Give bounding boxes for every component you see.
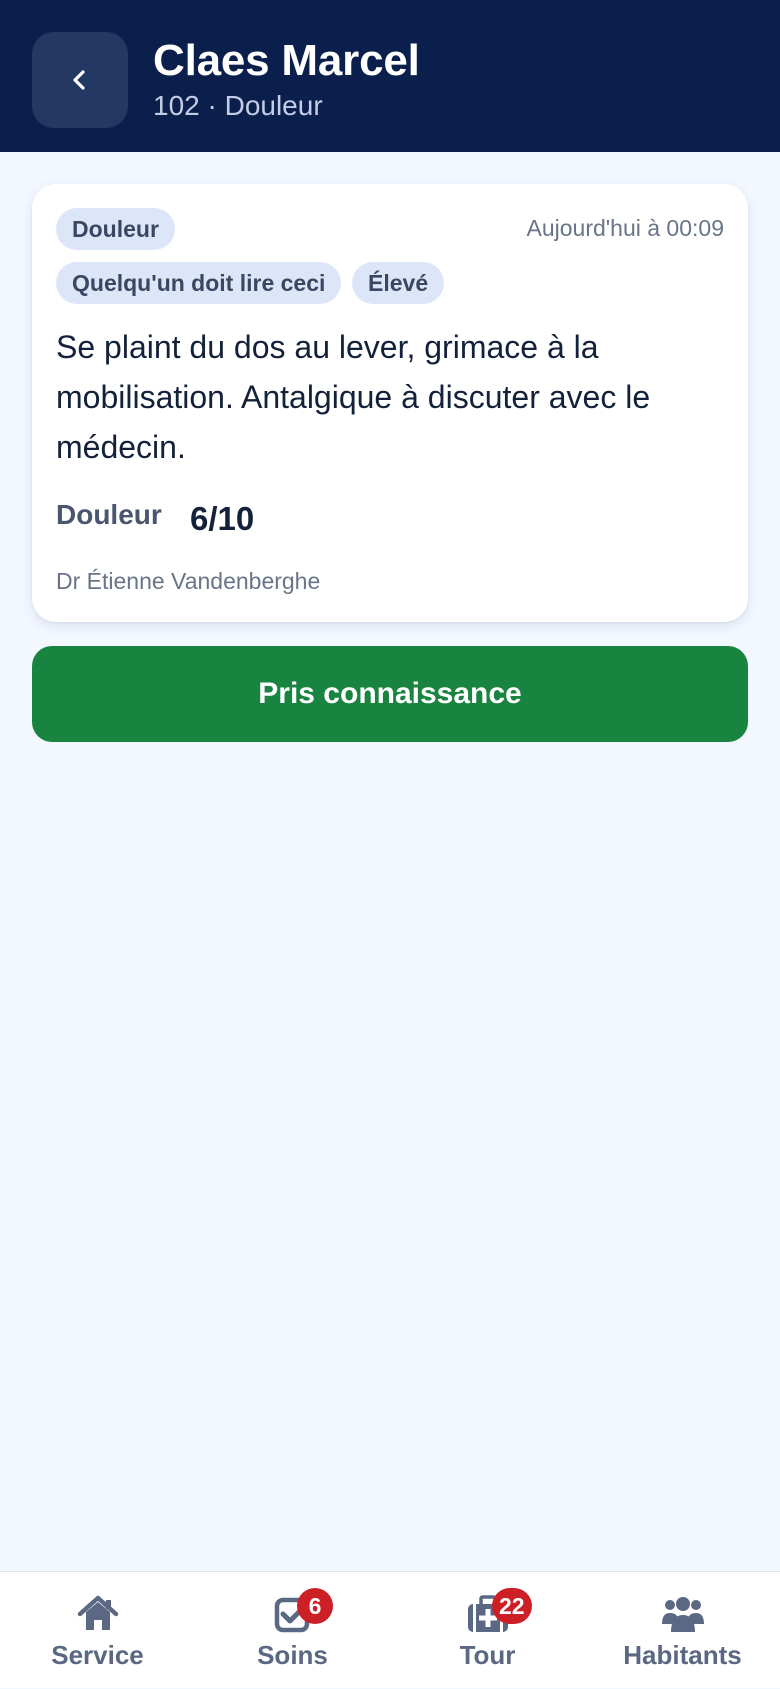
header: Claes Marcel 102 · Douleur — [0, 0, 780, 152]
back-button[interactable] — [32, 32, 128, 128]
note-timestamp: Aujourd'hui à 00:09 — [526, 215, 725, 241]
tab-service[interactable]: Service — [0, 1572, 195, 1689]
bottom-tab-bar: Service 6 Soins 22 Tour Habitants — [0, 1571, 780, 1688]
tab-label: Habitants — [623, 1640, 742, 1670]
tab-soins[interactable]: 6 Soins — [195, 1572, 390, 1689]
tab-label: Service — [51, 1640, 144, 1670]
soins-badge: 6 — [297, 1588, 333, 1624]
note-text: Se plaint du dos au lever, grimace à la … — [56, 329, 651, 465]
acknowledge-button[interactable]: Pris connaissance — [32, 646, 748, 742]
tour-badge: 22 — [492, 1588, 532, 1624]
page-title: Claes Marcel — [153, 36, 420, 85]
home-icon — [76, 1592, 120, 1636]
category-tag: Douleur — [56, 208, 175, 250]
tag-must-read: Quelqu'un doit lire ceci — [56, 262, 342, 304]
page-subtitle: 102 · Douleur — [153, 90, 323, 121]
tab-habitants[interactable]: Habitants — [585, 1572, 780, 1689]
tab-label: Tour — [459, 1640, 516, 1670]
tab-label: Soins — [257, 1640, 328, 1670]
note-card: Douleur Aujourd'hui à 00:09 Quelqu'un do… — [32, 184, 748, 622]
users-icon — [661, 1592, 705, 1636]
note-author: Dr Étienne Vandenberghe — [56, 568, 321, 594]
tag-priority: Élevé — [352, 262, 445, 304]
tab-tour[interactable]: 22 Tour — [390, 1572, 585, 1689]
metric-label: Douleur — [56, 499, 162, 530]
chevron-left-icon — [66, 66, 94, 94]
metric-value: 6/10 — [190, 500, 255, 537]
